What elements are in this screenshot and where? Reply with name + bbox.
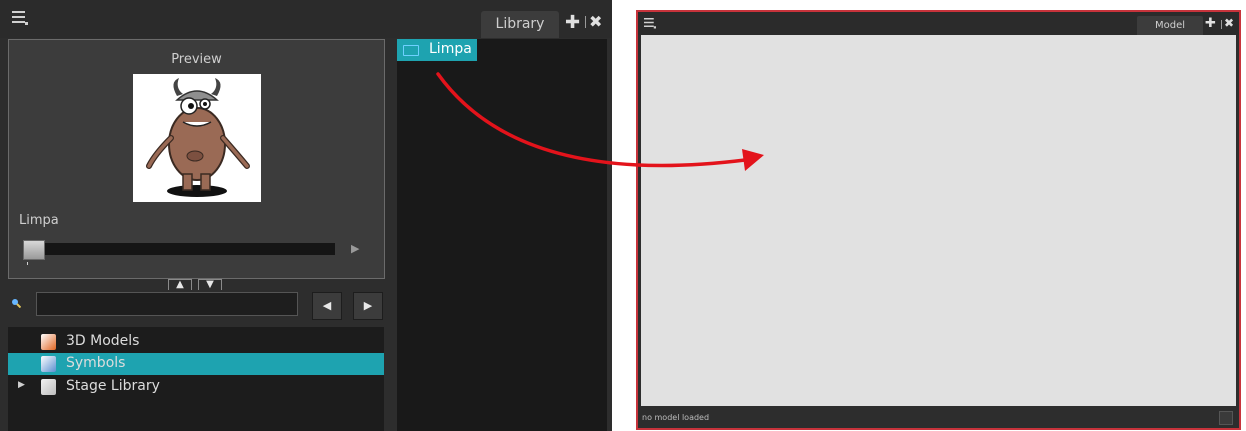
preview-thumbnail: [133, 74, 261, 202]
search-icon: [12, 299, 21, 308]
slider-tick: [27, 262, 28, 265]
locked-folder-icon: [41, 379, 56, 395]
divider: [585, 16, 586, 28]
close-view-icon[interactable]: ✖: [1224, 16, 1234, 30]
expand-arrow-icon[interactable]: ▶: [18, 380, 25, 390]
tree-item-label: Stage Library: [66, 378, 160, 394]
timeline-slider-track[interactable]: [23, 243, 335, 255]
orange-box-icon: [41, 334, 56, 350]
model-viewport[interactable]: [641, 35, 1236, 406]
library-tree: 3D Models Symbols ▶ Stage Library: [8, 327, 384, 431]
tab-library[interactable]: Library: [481, 11, 559, 38]
character-thumbnail-image: [146, 78, 250, 197]
search-input[interactable]: [36, 292, 298, 316]
divider: [1221, 20, 1222, 29]
model-titlebar: Model ✚ ✖: [638, 12, 1239, 35]
panel-collapse-strip: ▲ ▼: [8, 279, 384, 290]
library-titlebar: Library ✚ ✖: [0, 0, 612, 38]
tree-item-symbols[interactable]: Symbols: [8, 353, 384, 375]
resize-grip[interactable]: [1219, 411, 1233, 425]
tab-model[interactable]: Model: [1137, 16, 1203, 35]
tree-item-3d-models[interactable]: 3D Models: [8, 331, 384, 353]
template-icon: [403, 45, 419, 56]
library-contents-panel: Limpa: [397, 39, 607, 431]
library-window: Library ✚ ✖ Preview Limpa ▶ ▲ ▼ ◀ ▶ 3D M…: [0, 0, 612, 431]
blue-box-icon: [41, 356, 56, 372]
status-text: no model loaded: [642, 413, 710, 422]
preview-item-name: Limpa: [19, 213, 59, 228]
menu-icon[interactable]: [644, 18, 656, 29]
tree-item-label: Symbols: [66, 355, 126, 371]
add-view-icon[interactable]: ✚: [1205, 16, 1216, 31]
add-view-icon[interactable]: ✚: [565, 12, 580, 33]
previous-button[interactable]: ◀: [312, 292, 342, 320]
collapse-down-button[interactable]: ▼: [198, 279, 222, 290]
model-window: Model ✚ ✖ no model loaded: [636, 10, 1241, 430]
preview-title: Preview: [171, 52, 222, 67]
search-row: ◀ ▶: [8, 290, 384, 320]
tree-item-label: 3D Models: [66, 333, 140, 349]
next-button[interactable]: ▶: [353, 292, 383, 320]
model-status-bar: no model loaded: [638, 408, 1239, 428]
play-icon[interactable]: ▶: [351, 242, 359, 255]
menu-icon[interactable]: [12, 11, 28, 25]
tree-item-stage-library[interactable]: ▶ Stage Library: [8, 376, 384, 398]
collapse-up-button[interactable]: ▲: [168, 279, 192, 290]
timeline-slider-handle[interactable]: [23, 240, 45, 260]
library-item-limpa[interactable]: Limpa: [397, 39, 477, 61]
preview-panel: Preview Limpa ▶: [8, 39, 385, 279]
library-item-label: Limpa: [429, 41, 472, 57]
close-view-icon[interactable]: ✖: [589, 12, 602, 31]
